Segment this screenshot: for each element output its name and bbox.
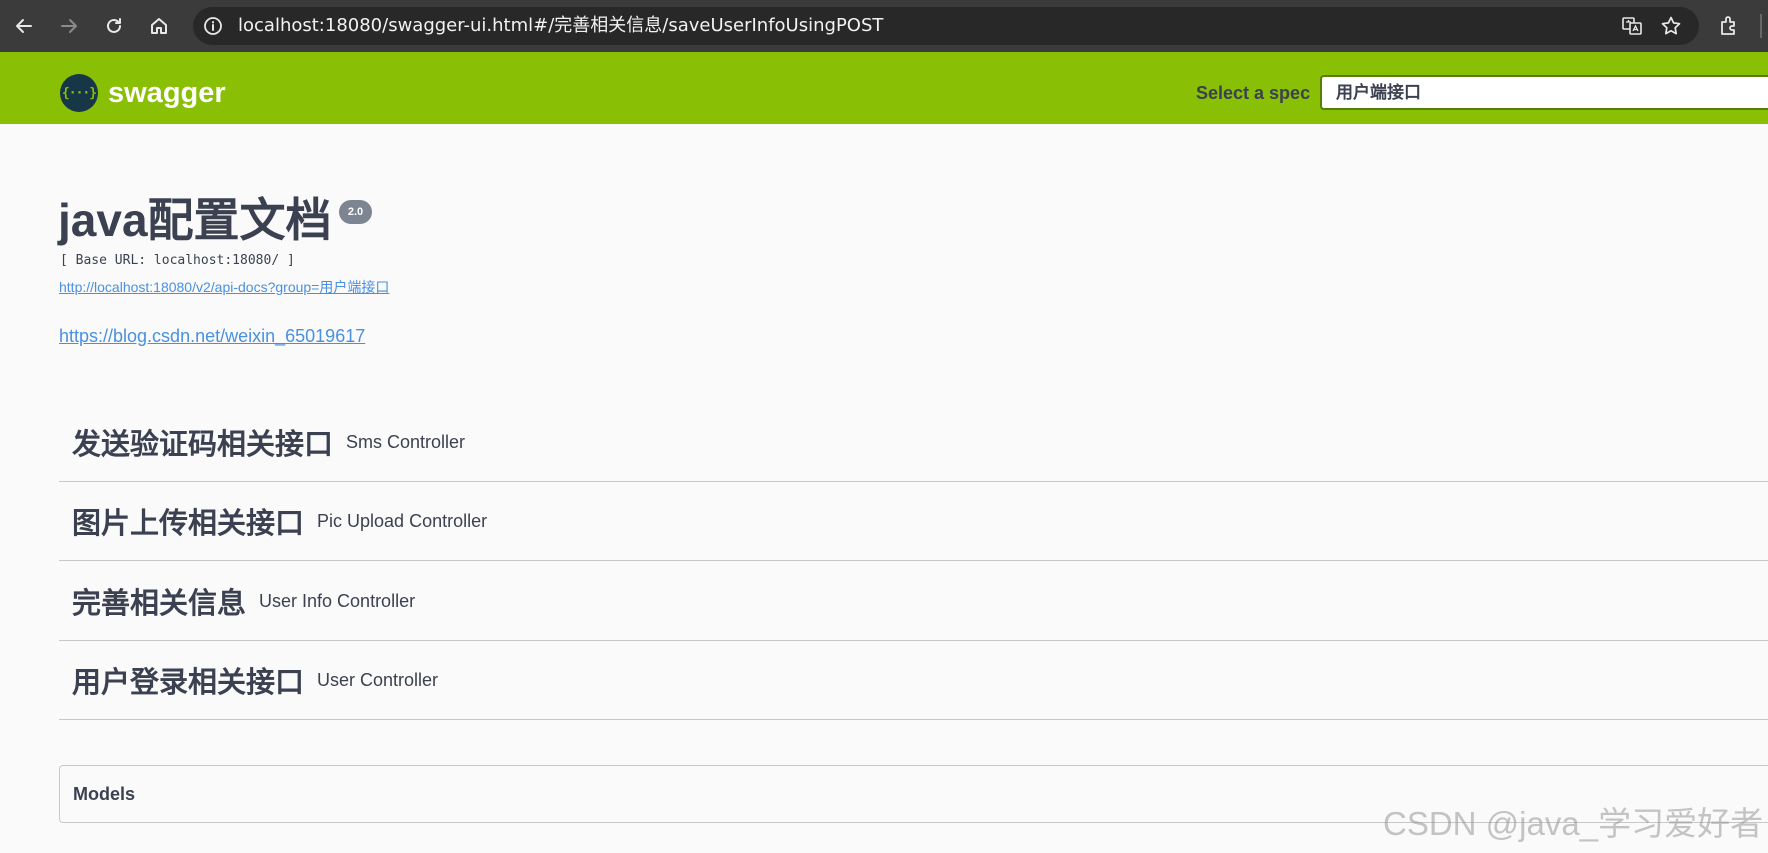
models-title[interactable]: Models	[73, 766, 135, 822]
forward-arrow-icon[interactable]	[53, 10, 85, 42]
tag-description: Pic Upload Controller	[317, 510, 488, 531]
browser-toolbar: localhost:18080/swagger-ui.html#/完善相关信息/…	[0, 0, 1768, 52]
watermark: CSDN @java_学习爱好者	[1383, 805, 1764, 842]
spec-select[interactable]: 用户端接口	[1320, 75, 1768, 110]
version-badge: 2.0	[339, 200, 372, 224]
blog-link[interactable]: https://blog.csdn.net/weixin_65019617	[59, 324, 365, 348]
swagger-logo-icon[interactable]: {···}	[60, 74, 98, 112]
tag-name[interactable]: 图片上传相关接口	[72, 500, 304, 542]
tag-description: User Info Controller	[259, 590, 416, 611]
tag-section-user[interactable]: 用户登录相关接口 User Controller	[59, 641, 1768, 720]
toolbar-divider	[1760, 14, 1762, 38]
address-bar[interactable]: localhost:18080/swagger-ui.html#/完善相关信息/…	[193, 7, 1699, 45]
translate-icon[interactable]	[1621, 15, 1643, 37]
home-icon[interactable]	[143, 10, 175, 42]
bookmark-star-icon[interactable]	[1660, 15, 1682, 37]
extensions-icon[interactable]	[1718, 14, 1742, 38]
site-info-icon[interactable]	[203, 16, 223, 36]
select-spec-label: Select a spec	[1196, 83, 1311, 103]
tag-section-pic-upload[interactable]: 图片上传相关接口 Pic Upload Controller	[59, 482, 1768, 561]
url-text[interactable]: localhost:18080/swagger-ui.html#/完善相关信息/…	[238, 7, 883, 45]
swagger-logo-text[interactable]: swagger	[108, 74, 226, 112]
back-arrow-icon[interactable]	[8, 10, 40, 42]
tag-section-user-info[interactable]: 完善相关信息 User Info Controller	[59, 562, 1768, 641]
tag-description: Sms Controller	[346, 431, 466, 452]
reload-icon[interactable]	[98, 10, 130, 42]
tag-name[interactable]: 用户登录相关接口	[72, 659, 304, 701]
page-title: java配置文档	[58, 194, 332, 246]
tag-name[interactable]: 完善相关信息	[72, 580, 246, 622]
swagger-logo-glyph: {···}	[61, 85, 97, 101]
tag-description: User Controller	[317, 669, 439, 690]
tag-name[interactable]: 发送验证码相关接口	[72, 421, 333, 463]
api-docs-link[interactable]: http://localhost:18080/v2/api-docs?group…	[59, 277, 389, 297]
base-url: [ Base URL: localhost:18080/ ]	[60, 253, 295, 268]
tag-section-sms[interactable]: 发送验证码相关接口 Sms Controller	[59, 403, 1768, 482]
